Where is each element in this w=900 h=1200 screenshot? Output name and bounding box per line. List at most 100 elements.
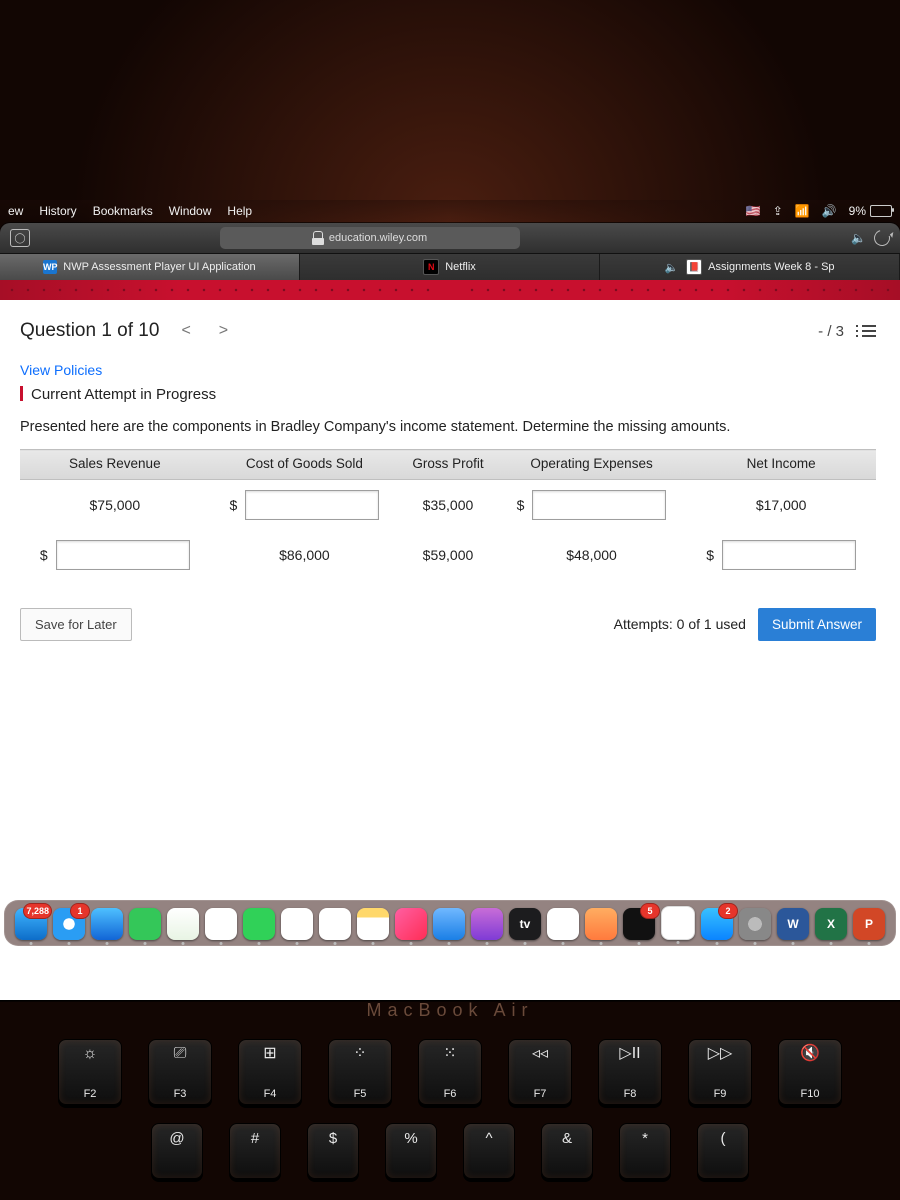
cell-cogs: $86,000	[210, 530, 400, 580]
tab-nwp[interactable]: WP NWP Assessment Player UI Application	[0, 254, 300, 280]
income-statement-table: Sales Revenue Cost of Goods Sold Gross P…	[20, 449, 876, 580]
key-2[interactable]: @	[151, 1123, 203, 1179]
wifi-icon: 📶	[795, 204, 810, 218]
next-question-button[interactable]: >	[213, 322, 234, 340]
cell-gross: $59,000	[399, 530, 497, 580]
flag-icon: 🇺🇸	[746, 204, 761, 218]
key-f5[interactable]: ⁘F5	[328, 1039, 392, 1105]
dock-podcasts[interactable]	[471, 908, 503, 940]
laptop-keyboard: MacBook Air ☼F2 ⎚F3 ⊞F4 ⁘F5 ⁙F6 ◃◃F7 ▷II…	[0, 1000, 900, 1200]
dock-mail[interactable]	[91, 908, 123, 940]
key-f3[interactable]: ⎚F3	[148, 1039, 212, 1105]
favicon-icon: N	[423, 259, 439, 275]
dock-home[interactable]	[585, 908, 617, 940]
dock-messages[interactable]	[129, 908, 161, 940]
sales-input-row2[interactable]	[56, 540, 190, 570]
dock-facetime[interactable]	[243, 908, 275, 940]
table-row: $ $86,000 $59,000 $48,000 $	[20, 530, 876, 580]
app-menus[interactable]: ew History Bookmarks Window Help	[8, 204, 252, 218]
tab-label: Netflix	[445, 261, 476, 273]
dock-reminders[interactable]	[319, 908, 351, 940]
wiley-brand-stripe	[0, 280, 900, 300]
favicon-icon: WP	[43, 260, 57, 274]
menu-item[interactable]: Bookmarks	[93, 204, 153, 218]
dock: 7,288 1 MAR 4 tv 5 2 W X P	[4, 900, 896, 946]
key-8[interactable]: *	[619, 1123, 671, 1179]
dock-news[interactable]	[547, 908, 579, 940]
cell-opex: $48,000	[497, 530, 687, 580]
key-f6[interactable]: ⁙F6	[418, 1039, 482, 1105]
dock-appstore[interactable]: 2	[701, 908, 733, 940]
table-row: $75,000 $ $35,000 $ $17,000	[20, 479, 876, 530]
attempts-used: Attempts: 0 of 1 used	[614, 616, 746, 632]
key-f4[interactable]: ⊞F4	[238, 1039, 302, 1105]
menu-item[interactable]: Window	[169, 204, 212, 218]
dock-calendar[interactable]: MAR 4	[281, 908, 313, 940]
dock-finder[interactable]: 7,288	[15, 908, 47, 940]
menu-item[interactable]: History	[39, 204, 76, 218]
key-7[interactable]: &	[541, 1123, 593, 1179]
cell-net: $17,000	[686, 479, 876, 530]
tab-label: NWP Assessment Player UI Application	[63, 261, 255, 273]
key-6[interactable]: ^	[463, 1123, 515, 1179]
tab-label: Assignments Week 8 - Sp	[708, 261, 834, 273]
dock-tv[interactable]: tv	[509, 908, 541, 940]
currency-symbol: $	[40, 547, 52, 563]
net-input-row2[interactable]	[722, 540, 856, 570]
dock-files[interactable]	[433, 908, 465, 940]
key-9[interactable]: (	[697, 1123, 749, 1179]
reload-icon[interactable]	[871, 227, 893, 249]
key-4[interactable]: $	[307, 1123, 359, 1179]
privacy-shield-icon[interactable]: ◯	[10, 229, 30, 247]
attempt-status: Current Attempt in Progress	[20, 386, 876, 403]
key-f9[interactable]: ▷▷F9	[688, 1039, 752, 1105]
key-f7[interactable]: ◃◃F7	[508, 1039, 572, 1105]
save-for-later-button[interactable]: Save for Later	[20, 608, 132, 641]
currency-symbol: $	[517, 497, 529, 513]
dock-sysprefs[interactable]	[739, 908, 771, 940]
cell-cogs-input: $	[210, 479, 400, 530]
airdrop-icon: ⇪	[773, 204, 783, 218]
browser-window: ◯ education.wiley.com 🔈 WP NWP Assessmen…	[0, 223, 900, 1001]
dock-excel[interactable]: X	[815, 908, 847, 940]
submit-answer-button[interactable]: Submit Answer	[758, 608, 876, 641]
question-prompt: Presented here are the components in Bra…	[20, 419, 876, 435]
tab-assignments[interactable]: 🔈 📕 Assignments Week 8 - Sp	[600, 254, 900, 280]
view-policies-link[interactable]: View Policies	[20, 362, 876, 378]
dock-maps[interactable]	[167, 908, 199, 940]
dock-word[interactable]: W	[777, 908, 809, 940]
menu-item[interactable]: ew	[8, 204, 23, 218]
dock-safari[interactable]: 1	[53, 908, 85, 940]
prev-question-button[interactable]: <	[175, 322, 196, 340]
tab-bar: WP NWP Assessment Player UI Application …	[0, 253, 900, 280]
tab-audio-icon[interactable]: 🔈	[851, 231, 866, 245]
col-opex: Operating Expenses	[497, 450, 687, 480]
number-key-row: @ # $ % ^ & * (	[151, 1123, 749, 1179]
dock-powerpoint[interactable]: P	[853, 908, 885, 940]
key-f2[interactable]: ☼F2	[58, 1039, 122, 1105]
col-sales: Sales Revenue	[20, 450, 210, 480]
key-f10[interactable]: 🔇F10	[778, 1039, 842, 1105]
tab-audio-icon[interactable]: 🔈	[664, 261, 678, 274]
menu-item[interactable]: Help	[227, 204, 252, 218]
dock-stocks[interactable]: 5	[623, 908, 655, 940]
question-footer: Save for Later Attempts: 0 of 1 used Sub…	[20, 608, 876, 641]
browser-toolbar: ◯ education.wiley.com 🔈	[0, 223, 900, 253]
function-key-row: ☼F2 ⎚F3 ⊞F4 ⁘F5 ⁙F6 ◃◃F7 ▷IIF8 ▷▷F9 🔇F10	[58, 1039, 842, 1105]
cell-sales-input: $	[20, 530, 210, 580]
opex-input-row1[interactable]	[532, 490, 666, 520]
dock-music[interactable]	[395, 908, 427, 940]
dock-photos[interactable]	[205, 908, 237, 940]
cogs-input-row1[interactable]	[245, 490, 379, 520]
mac-menubar: ew History Bookmarks Window Help 🇺🇸 ⇪ 📶 …	[0, 200, 900, 222]
key-f8[interactable]: ▷IIF8	[598, 1039, 662, 1105]
key-5[interactable]: %	[385, 1123, 437, 1179]
tab-netflix[interactable]: N Netflix	[300, 254, 600, 280]
currency-symbol: $	[706, 547, 718, 563]
address-bar[interactable]: education.wiley.com	[220, 227, 520, 249]
dock-pages[interactable]	[661, 906, 695, 940]
question-counter: Question 1 of 10	[20, 320, 159, 342]
dock-notes[interactable]	[357, 908, 389, 940]
question-list-icon[interactable]	[862, 325, 876, 337]
key-3[interactable]: #	[229, 1123, 281, 1179]
